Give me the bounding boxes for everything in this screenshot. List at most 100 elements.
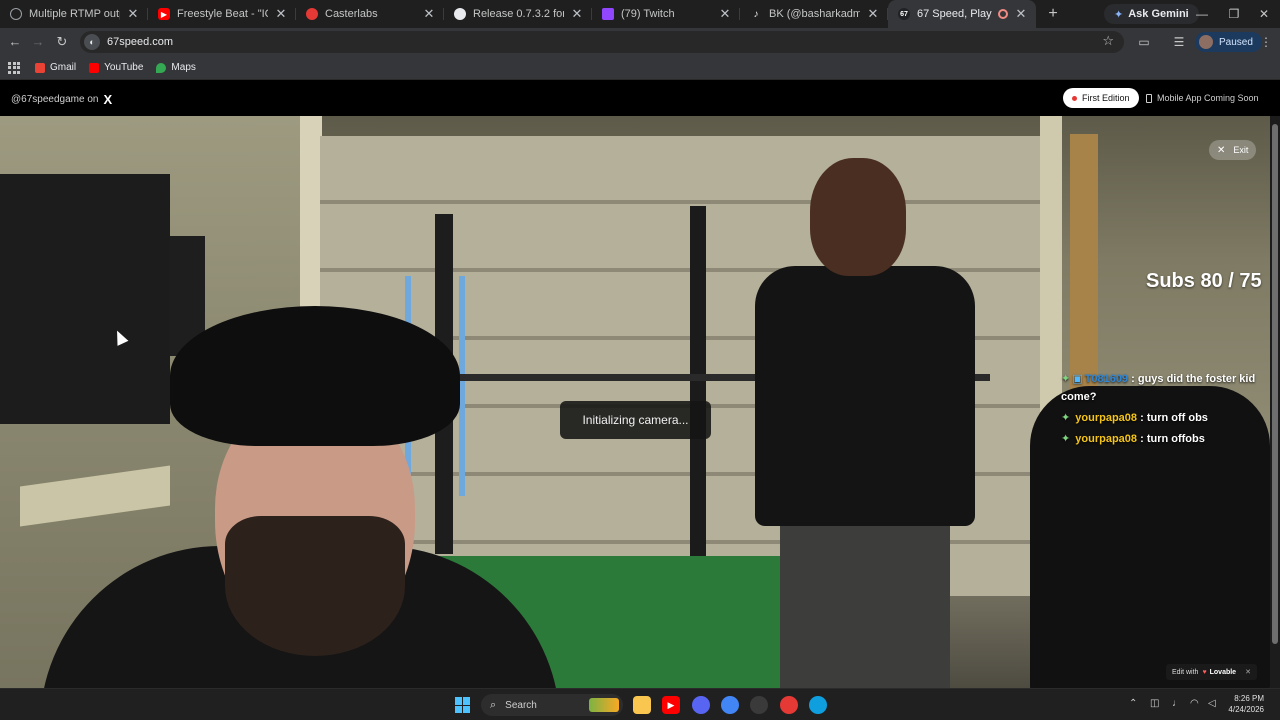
taskbar-search[interactable]: ⌕ Search <box>481 694 623 716</box>
tab-strip: Multiple RTMP outputs plug ✕ ▶ Freestyle… <box>0 0 1280 28</box>
menu-kebab-icon[interactable]: ⋮ <box>1258 34 1274 50</box>
bookmark-label: YouTube <box>104 62 144 73</box>
address-bar[interactable]: ◐ 67speed.com ☆ <box>80 31 1124 53</box>
ask-gemini-label: Ask Gemini <box>1128 8 1189 20</box>
close-icon[interactable]: ✕ <box>570 7 584 21</box>
site-info-icon[interactable]: ◐ <box>84 34 100 50</box>
wifi-icon[interactable]: ◠ <box>1190 698 1199 709</box>
profile-status: Paused <box>1219 36 1253 48</box>
new-tab-button[interactable]: + <box>1040 1 1066 27</box>
handle-text: @67speedgame on <box>11 94 99 105</box>
file-explorer-icon[interactable] <box>633 696 651 714</box>
bookmark-youtube[interactable]: YouTube <box>89 62 143 73</box>
x-logo-icon: X <box>103 92 113 107</box>
close-icon[interactable]: ✕ <box>1014 7 1028 21</box>
microphone-icon[interactable]: ♩ <box>1172 698 1182 709</box>
edit-with-lovable-badge[interactable]: Edit with ♥ Lovable ✕ <box>1166 664 1257 680</box>
tab-multiple-rtmp[interactable]: Multiple RTMP outputs plug ✕ <box>0 0 148 28</box>
taskbar: ⌕ Search ▶ ⌃ ◫ ♩ ◠ ◁ 8:26 PM 4/24/2026 <box>0 688 1280 720</box>
tab-github-release[interactable]: Release 0.7.3.2 for OBS 32 ✕ <box>444 0 592 28</box>
close-icon[interactable]: ✕ <box>866 7 880 21</box>
exit-label: Exit <box>1233 145 1249 155</box>
subs-counter: Subs 80 / 75 <box>1146 270 1262 292</box>
tab-title: 67 Speed, Play the Viral <box>917 8 994 20</box>
profile-button[interactable]: Paused <box>1195 32 1262 52</box>
person-body <box>755 266 975 526</box>
streamer-person <box>40 306 560 688</box>
casterlabs-icon[interactable] <box>780 696 798 714</box>
chat-message: ✦ yourpapa08 : turn offobs <box>1061 430 1270 448</box>
red-dot-icon <box>1072 95 1077 101</box>
tab-twitch[interactable]: (79) Twitch ✕ <box>592 0 740 28</box>
lovable-heart-icon: ♥ <box>1202 668 1207 676</box>
window-close-button[interactable]: ✕ <box>1248 0 1280 28</box>
edge-icon[interactable] <box>809 696 827 714</box>
search-label: Search <box>505 699 537 711</box>
tab-title: Release 0.7.3.2 for OBS 32 <box>473 8 564 20</box>
lovable-brand: Lovable <box>1209 668 1237 676</box>
ask-gemini-button[interactable]: ✦ Ask Gemini <box>1104 4 1199 24</box>
page-header: @67speedgame on X First Edition Mobile A… <box>0 81 1280 115</box>
camera-feed: ✕ Exit Subs 80 / 75 ✦ ▣ T081609 : guys did… <box>0 116 1270 688</box>
sparkle-badge-icon: ✦ <box>1061 412 1071 424</box>
system-clock[interactable]: 8:26 PM 4/24/2026 <box>1224 693 1264 715</box>
exit-button[interactable]: ✕ Exit <box>1209 140 1257 160</box>
close-icon[interactable]: ✕ <box>1245 668 1251 676</box>
apps-grid-icon[interactable] <box>8 61 20 74</box>
social-handle-link[interactable]: @67speedgame on X <box>11 92 112 107</box>
gmail-icon <box>35 62 45 73</box>
close-icon[interactable]: ✕ <box>422 7 436 21</box>
scrollbar[interactable] <box>1270 116 1280 688</box>
page-content: @67speedgame on X First Edition Mobile A… <box>0 81 1280 688</box>
tab-title: Casterlabs <box>325 8 378 20</box>
bookmark-maps[interactable]: Maps <box>156 62 196 73</box>
maximize-button[interactable]: ❐ <box>1218 0 1250 28</box>
67speed-icon: 67 <box>898 8 910 20</box>
avatar <box>1199 35 1213 49</box>
chat-username: T081609 <box>1084 373 1129 385</box>
recording-icon <box>998 9 1008 19</box>
clock-date: 4/24/2026 <box>1228 705 1264 714</box>
chat-message: ✦ yourpapa08 : turn off obs <box>1061 409 1270 427</box>
search-icon: ⌕ <box>490 698 497 711</box>
tab-casterlabs[interactable]: Casterlabs ✕ <box>296 0 444 28</box>
first-edition-badge[interactable]: First Edition <box>1063 88 1139 108</box>
browser-toolbar: ← → ↻ ◐ 67speed.com ☆ ▭ ☰ Paused ⋮ <box>0 28 1280 56</box>
url-text: 67speed.com <box>107 36 174 48</box>
youtube-app-icon[interactable]: ▶ <box>662 696 680 714</box>
standing-person <box>755 158 975 688</box>
network-icon[interactable]: ◫ <box>1150 698 1159 709</box>
tab-title: BK (@basharkadmani2) | Tik <box>769 8 860 20</box>
close-icon[interactable]: ✕ <box>126 7 140 21</box>
bookmark-gmail[interactable]: Gmail <box>35 62 76 73</box>
lovable-prefix: Edit with <box>1172 668 1199 676</box>
bookmark-label: Maps <box>171 62 196 73</box>
tab-67speed[interactable]: 67 67 Speed, Play the Viral ✕ <box>888 0 1036 28</box>
obs-icon[interactable] <box>750 696 768 714</box>
tab-freestyle-beat[interactable]: ▶ Freestyle Beat - "ICE" | Free ✕ <box>148 0 296 28</box>
chevron-up-icon[interactable]: ⌃ <box>1129 698 1137 709</box>
media-controls-icon[interactable]: ☰ <box>1171 34 1187 50</box>
cast-icon[interactable]: ▭ <box>1136 34 1152 50</box>
scroll-thumb[interactable] <box>1272 124 1278 644</box>
close-icon[interactable]: ✕ <box>718 7 732 21</box>
bookmark-star-icon[interactable]: ☆ <box>1102 33 1114 49</box>
windows-start-icon[interactable] <box>455 697 471 713</box>
youtube-icon <box>89 62 100 73</box>
reload-button[interactable]: ↻ <box>52 32 72 52</box>
discord-icon[interactable] <box>692 696 710 714</box>
chat-overlay: ✦ ▣ T081609 : guys did the foster kid come… <box>1061 370 1270 451</box>
close-icon[interactable]: ✕ <box>274 7 288 21</box>
initializing-camera-toast: Initializing camera... <box>560 401 711 439</box>
mobile-app-label: Mobile App Coming Soon <box>1157 93 1259 103</box>
chrome-icon[interactable] <box>721 696 739 714</box>
person-head <box>810 158 906 276</box>
minimize-button[interactable]: — <box>1186 0 1218 28</box>
youtube-icon: ▶ <box>158 8 170 20</box>
search-highlight-image <box>589 698 619 712</box>
back-button[interactable]: ← <box>5 32 25 52</box>
volume-icon[interactable]: ◁ <box>1208 698 1216 709</box>
forward-button[interactable]: → <box>28 32 48 52</box>
tab-tiktok[interactable]: ♪ BK (@basharkadmani2) | Tik ✕ <box>740 0 888 28</box>
phone-icon <box>1146 93 1152 103</box>
